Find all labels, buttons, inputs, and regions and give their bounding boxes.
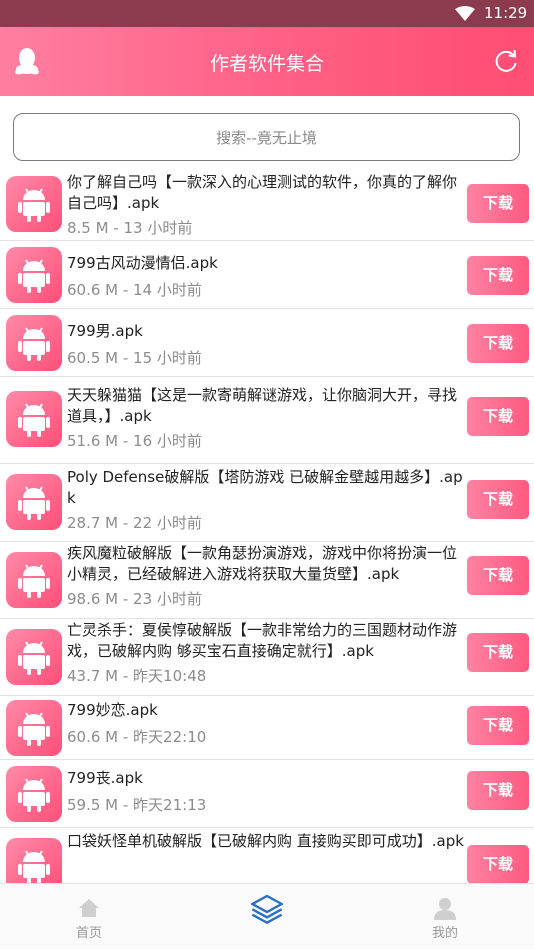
- list-item[interactable]: 口袋妖怪单机破解版【已破解内购 直接购买即可成功】.apk 下载: [0, 828, 534, 883]
- status-bar: 11:29: [0, 0, 534, 27]
- apk-list[interactable]: 你了解自己吗【一款深入的心理测试的软件，你真的了解你自己吗】.apk 8.5 M…: [0, 170, 534, 883]
- list-item[interactable]: 799妙恋.apk 60.6 M - 昨天22:10 下载: [0, 696, 534, 760]
- download-button[interactable]: 下载: [467, 556, 529, 595]
- app-meta: 60.6 M - 昨天22:10: [67, 728, 207, 746]
- android-app-icon: [6, 315, 62, 371]
- home-icon: [79, 899, 99, 917]
- app-name: 799妙恋.apk: [67, 701, 158, 719]
- app-meta: 43.7 M - 昨天10:48: [67, 667, 207, 685]
- list-item[interactable]: 疾风魔粒破解版【一款角瑟扮演游戏，游戏中你将扮演一位小精灵，已经破解进入游戏将获…: [0, 542, 534, 619]
- nav-mine[interactable]: 我的: [395, 884, 495, 950]
- android-app-icon: [6, 552, 62, 608]
- android-app-icon: [6, 629, 62, 685]
- app-name: 799男.apk: [67, 322, 143, 340]
- nav-home-label: 首页: [75, 926, 102, 941]
- app-name: 口袋妖怪单机破解版【已破解内购 直接购买即可成功】.apk: [67, 832, 464, 850]
- list-item[interactable]: 799古风动漫情侣.apk 60.6 M - 14 小时前 下载: [0, 241, 534, 309]
- app-name: 799丧.apk: [67, 769, 143, 787]
- list-item[interactable]: 799男.apk 60.5 M - 15 小时前 下载: [0, 309, 534, 377]
- app-name: 疾风魔粒破解版【一款角瑟扮演游戏，游戏中你将扮演一位小精灵，已经破解进入游戏将获…: [67, 544, 458, 583]
- layers-icon: [251, 894, 283, 924]
- android-app-icon: [6, 176, 62, 232]
- download-button[interactable]: 下载: [467, 480, 529, 519]
- app-name: Poly Defense破解版【塔防游戏 已破解金壁越用越多】.apk: [67, 468, 463, 507]
- app-meta: 59.5 M - 昨天21:13: [67, 796, 207, 814]
- list-item[interactable]: 亡灵杀手：夏侯惇破解版【一款非常给力的三国题材动作游戏，已破解内购 够买宝石直接…: [0, 619, 534, 696]
- wifi-icon: [455, 6, 475, 21]
- android-app-icon: [6, 838, 62, 883]
- app-name: 天天躲猫猫【这是一款寄萌解谜游戏，让你脑洞大开，寻找道具，】.apk: [67, 386, 458, 425]
- download-button[interactable]: 下载: [467, 706, 529, 745]
- nav-files[interactable]: [217, 884, 317, 950]
- app-name: 你了解自己吗【一款深入的心理测试的软件，你真的了解你自己吗】.apk: [67, 173, 458, 212]
- user-icon: [434, 898, 456, 920]
- bottom-nav: 首页 我的: [0, 883, 534, 949]
- android-app-icon: [6, 474, 62, 530]
- list-item[interactable]: Poly Defense破解版【塔防游戏 已破解金壁越用越多】.apk 28.7…: [0, 464, 534, 542]
- app-name: 亡灵杀手：夏侯惇破解版【一款非常给力的三国题材动作游戏，已破解内购 够买宝石直接…: [67, 621, 458, 660]
- app-header: 作者软件集合: [0, 27, 534, 96]
- download-button[interactable]: 下载: [467, 256, 529, 295]
- android-app-icon: [6, 700, 62, 756]
- android-app-icon: [6, 247, 62, 303]
- download-button[interactable]: 下载: [467, 845, 529, 883]
- refresh-icon[interactable]: [494, 49, 519, 74]
- search-input[interactable]: 搜索--竟无止境: [13, 113, 520, 161]
- clock: 11:29: [484, 4, 528, 22]
- android-app-icon: [6, 766, 62, 822]
- app-meta: 98.6 M - 23 小时前: [67, 590, 202, 608]
- list-item[interactable]: 你了解自己吗【一款深入的心理测试的软件，你真的了解你自己吗】.apk 8.5 M…: [0, 170, 534, 241]
- download-button[interactable]: 下载: [467, 771, 529, 810]
- app-meta: 60.5 M - 15 小时前: [67, 349, 202, 367]
- app-name: 799古风动漫情侣.apk: [67, 254, 218, 272]
- download-button[interactable]: 下载: [467, 633, 529, 672]
- app-meta: 8.5 M - 13 小时前: [67, 219, 193, 237]
- list-item[interactable]: 天天躲猫猫【这是一款寄萌解谜游戏，让你脑洞大开，寻找道具，】.apk 51.6 …: [0, 377, 534, 464]
- download-button[interactable]: 下载: [467, 324, 529, 363]
- nav-mine-label: 我的: [431, 926, 458, 941]
- download-button[interactable]: 下载: [467, 397, 529, 436]
- app-meta: 28.7 M - 22 小时前: [67, 514, 202, 532]
- download-button[interactable]: 下载: [467, 184, 529, 223]
- android-app-icon: [6, 391, 62, 447]
- app-meta: 51.6 M - 16 小时前: [67, 432, 202, 450]
- nav-home[interactable]: 首页: [39, 884, 139, 950]
- search-placeholder: 搜索--竟无止境: [216, 129, 317, 147]
- page-title: 作者软件集合: [209, 53, 324, 75]
- app-meta: 60.6 M - 14 小时前: [67, 281, 202, 299]
- list-item[interactable]: 799丧.apk 59.5 M - 昨天21:13 下载: [0, 760, 534, 828]
